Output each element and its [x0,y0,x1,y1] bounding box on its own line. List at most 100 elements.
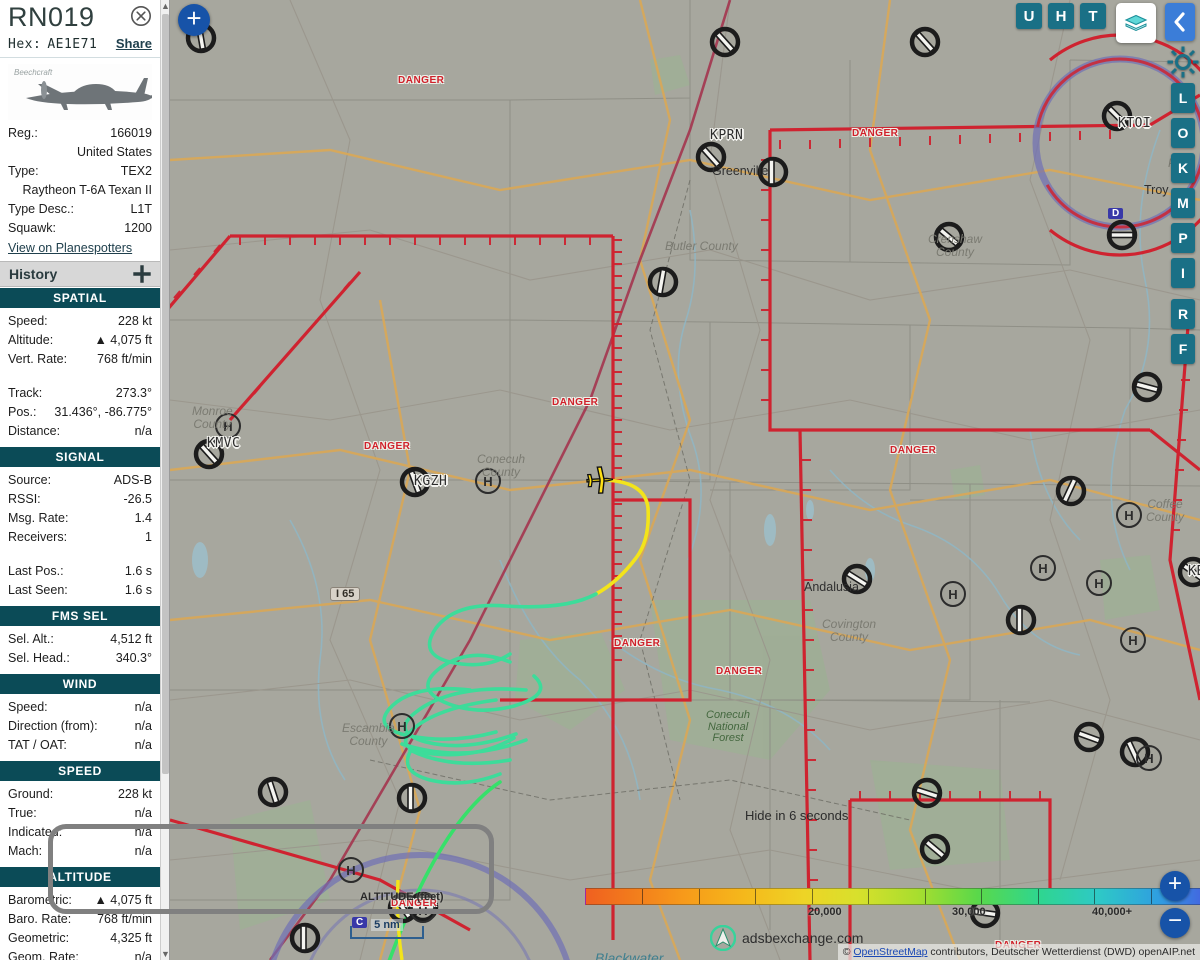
telemetry-key: Mach: [8,844,43,858]
settings-button[interactable] [1165,44,1200,85]
section-group: Speed: n/a Direction (from): n/a TAT / OAT: n… [0,694,160,760]
history-label: History [9,266,58,282]
close-button[interactable] [130,5,152,27]
button-t[interactable]: T [1080,3,1106,29]
telemetry-value: n/a [134,719,152,733]
telemetry-key: Sel. Head.: [8,651,70,665]
button-m[interactable]: M [1171,188,1195,218]
attribution-prefix: © [842,946,854,958]
section-header-spatial: SPATIAL [0,288,160,308]
section-group: Track: 273.3° Pos.: 31.436°, -86.775° Distan… [0,374,160,446]
telemetry-row: Source: ADS-B [0,471,160,490]
telemetry-key: Pos.: [8,405,37,419]
telemetry-key: Barometric: [8,893,72,907]
telemetry-key: Indicated: [8,825,63,839]
telemetry-value: ▲ 4,075 ft [94,333,152,347]
zoom-out-button[interactable]: − [1160,908,1190,938]
telemetry-key: Geom. Rate: [8,950,79,960]
collapse-sidebar-button[interactable] [1165,3,1195,41]
map-top-button-group: U H T [1016,3,1195,43]
map-zoom-controls: + − [1160,871,1190,938]
telemetry-row: RSSI: -26.5 [0,490,160,509]
button-f[interactable]: F [1171,334,1195,364]
altitude-tick-20000: 20,000 [808,906,842,918]
telemetry-value: 4,325 ft [110,931,152,945]
button-p[interactable]: P [1171,223,1195,253]
planespotters-link[interactable]: View on Planespotters [0,238,160,261]
telemetry-value: n/a [134,424,152,438]
aircraft-field-key: Reg.: [8,126,38,140]
section-group: Ground: 228 kt True: n/a Indicated: n/a Mach: n… [0,781,160,866]
telemetry-row: Speed: 228 kt [0,312,160,331]
telemetry-row: Baro. Rate: 768 ft/min [0,910,160,929]
scrollbar-thumb[interactable] [162,14,169,774]
telemetry-key: Sel. Alt.: [8,632,54,646]
telemetry-row: Last Seen: 1.6 s [0,581,160,600]
sidebar-header: RN019 [0,0,160,33]
aircraft-info-sidebar: RN019 Hex: AE1E71 Share Beechcraft Reg.:… [0,0,170,960]
sidebar-scrollbar[interactable]: ▲ ▼ [160,0,169,960]
telemetry-sections: SPATIAL Speed: 228 kt Altitude: ▲ 4,075 ft Ve… [0,288,160,960]
telemetry-key: Geometric: [8,931,70,945]
plus-icon[interactable] [133,265,151,283]
button-k[interactable]: K [1171,153,1195,183]
telemetry-row: Mach: n/a [0,842,160,861]
telemetry-row: Vert. Rate: 768 ft/min [0,350,160,369]
telemetry-value: ADS-B [113,473,152,487]
telemetry-key: Msg. Rate: [8,511,69,525]
button-u[interactable]: U [1016,3,1042,29]
altitude-tick-40000: 40,000+ [1092,906,1133,918]
aircraft-field-row: Type Desc.: L1T [0,200,160,219]
telemetry-row: Geom. Rate: n/a [0,948,160,960]
aircraft-field-value: 1200 [124,221,152,235]
scroll-up-icon[interactable]: ▲ [161,0,169,12]
aircraft-fields-list: Reg.: 166019 United States Type: TEX2 Raytheo… [0,124,160,238]
telemetry-row: Distance: n/a [0,422,160,441]
button-r[interactable]: R [1171,299,1195,329]
telemetry-value: 273.3° [115,386,152,400]
openstreetmap-link[interactable]: OpenStreetMap [853,946,927,958]
telemetry-key: Source: [8,473,52,487]
telemetry-key: Vert. Rate: [8,352,68,366]
section-header-signal: SIGNAL [0,447,160,467]
adsb-exchange-app: D H H H H H H H H H H H C KPRN KMVC KGZH… [0,0,1200,960]
telemetry-row: Pos.: 31.436°, -86.775° [0,403,160,422]
button-o[interactable]: O [1171,118,1195,148]
chevron-left-icon [1174,12,1185,32]
history-bar[interactable]: History [0,261,160,287]
telemetry-row: Ground: 228 kt [0,785,160,804]
aircraft-field-key: Squawk: [8,221,56,235]
aircraft-field-value: United States [76,145,152,159]
telemetry-value: n/a [134,738,152,752]
telemetry-key: Ground: [8,787,54,801]
aircraft-field-row: United States [0,143,160,162]
button-h[interactable]: H [1048,3,1074,29]
aircraft-field-row: Raytheon T-6A Texan II [0,181,160,200]
telemetry-value: 4,512 ft [110,632,152,646]
aircraft-field-value: Raytheon T-6A Texan II [22,183,153,197]
hex-label: Hex: [8,37,42,52]
telemetry-value: 1 [145,530,152,544]
adsbexchange-logo-icon [710,925,736,951]
telemetry-row: TAT / OAT: n/a [0,736,160,755]
map-canvas-container[interactable]: D H H H H H H H H H H H C KPRN KMVC KGZH… [170,0,1200,960]
telemetry-row: Speed: n/a [0,698,160,717]
section-group: Barometric: ▲ 4,075 ft Baro. Rate: 768 ft/m… [0,887,160,960]
map-vector-layer [170,0,1200,960]
share-link[interactable]: Share [116,36,152,51]
telemetry-key: True: [8,806,37,820]
aircraft-field-value: TEX2 [120,164,152,178]
button-l[interactable]: L [1171,83,1195,113]
telemetry-value: -26.5 [123,492,153,506]
layers-button[interactable] [1116,3,1156,43]
zoom-in-button[interactable]: + [1160,871,1190,901]
telemetry-key: Receivers: [8,530,68,544]
telemetry-key: Last Pos.: [8,564,64,578]
add-filter-button[interactable]: + [178,4,210,36]
aircraft-thumbnail[interactable]: Beechcraft [8,64,152,120]
aircraft-field-key: Type Desc.: [8,202,74,216]
scale-label: 5 nm [371,918,403,931]
map-side-button-column: L O K M P I R F [1171,83,1195,364]
scroll-down-icon[interactable]: ▼ [161,948,169,960]
button-i[interactable]: I [1171,258,1195,288]
